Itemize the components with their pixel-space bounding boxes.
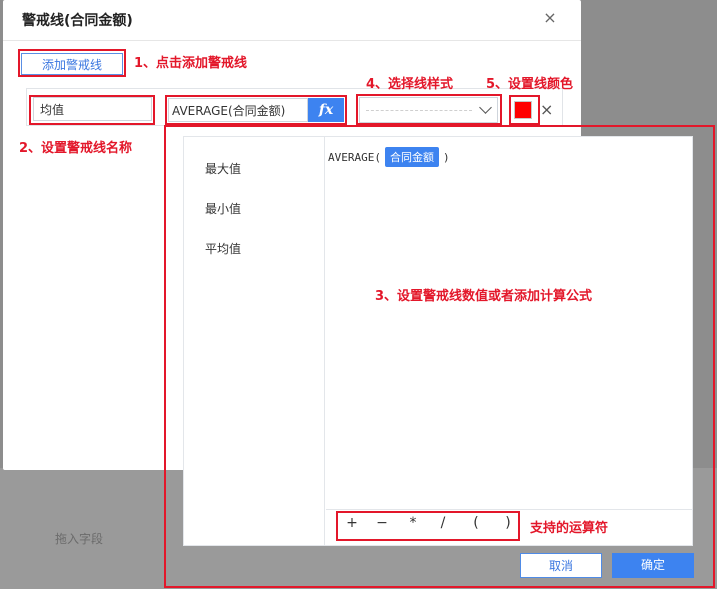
annotation-step1: 1、点击添加警戒线 [134, 56, 248, 71]
highlight-name-input [29, 95, 155, 125]
close-icon[interactable]: × [542, 10, 558, 26]
drag-field-placeholder: 拖入字段 [55, 532, 104, 546]
title-divider [3, 40, 581, 41]
annotation-step3: 3、设置警戒线数值或者添加计算公式 [375, 289, 593, 304]
remove-line-icon[interactable]: × [540, 102, 553, 118]
annotation-step2: 2、设置警戒线名称 [19, 141, 133, 156]
highlight-add-button [18, 49, 126, 77]
highlight-formula-input [165, 95, 347, 125]
annotation-operators: 支持的运算符 [530, 521, 609, 536]
highlight-color-picker [509, 95, 540, 125]
highlight-operators [336, 511, 520, 541]
annotation-step4: 4、选择线样式 [366, 77, 454, 92]
dialog-title: 警戒线(合同金额) [22, 13, 133, 29]
annotation-step5: 5、设置线颜色 [486, 77, 574, 92]
highlight-style-select [356, 94, 502, 125]
